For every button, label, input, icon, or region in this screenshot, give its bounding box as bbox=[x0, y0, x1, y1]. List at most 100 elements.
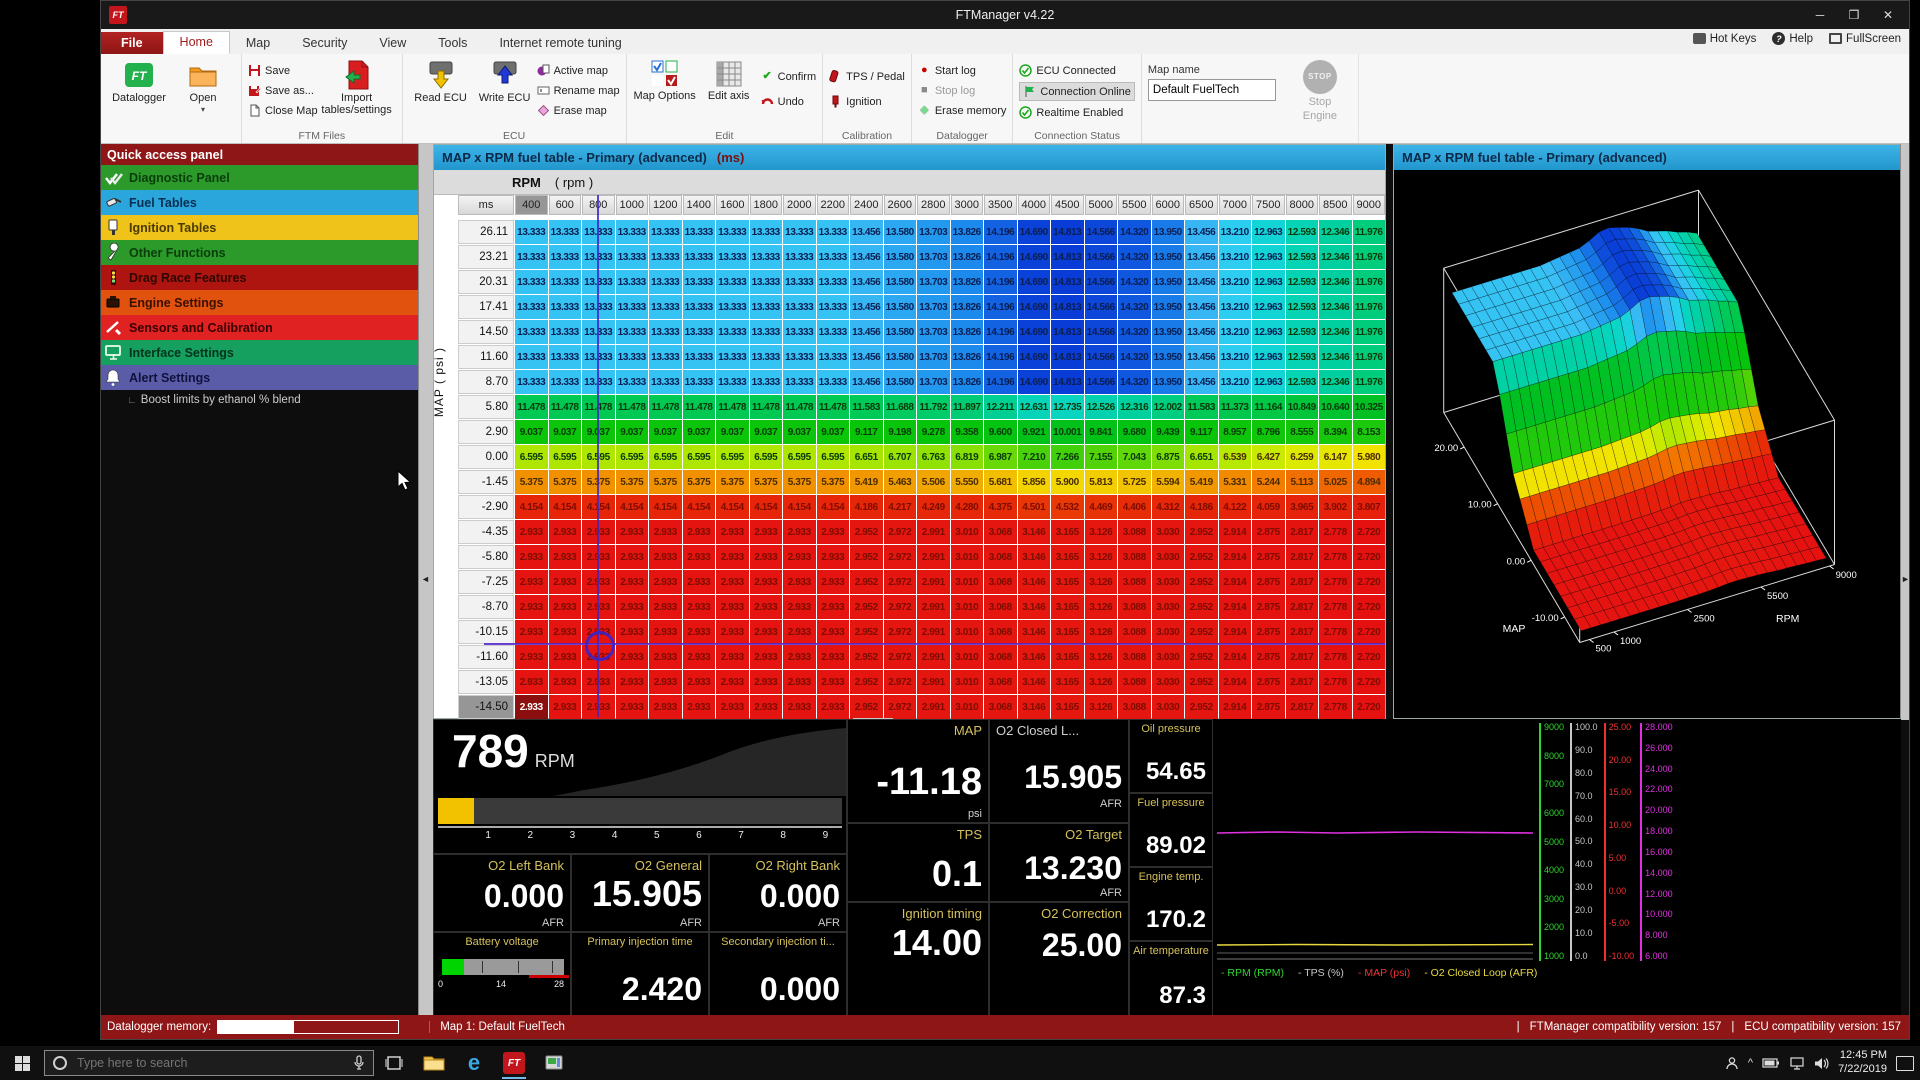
col-header-4500[interactable]: 4500 bbox=[1051, 195, 1084, 215]
table-cell[interactable]: 2.991 bbox=[917, 595, 950, 619]
table-cell[interactable]: 13.950 bbox=[1152, 370, 1185, 394]
table-cell[interactable]: 3.068 bbox=[984, 520, 1017, 544]
table-cell[interactable]: 6.595 bbox=[515, 445, 548, 469]
table-cell[interactable]: 14.196 bbox=[984, 220, 1017, 244]
menu-tab-home[interactable]: Home bbox=[163, 31, 230, 54]
table-cell[interactable]: 3.146 bbox=[1018, 570, 1051, 594]
table-cell[interactable]: 2.952 bbox=[1185, 620, 1218, 644]
table-cell[interactable]: 13.333 bbox=[683, 370, 716, 394]
table-cell[interactable]: 13.456 bbox=[850, 295, 883, 319]
col-header-3000[interactable]: 3000 bbox=[951, 195, 984, 215]
table-cell[interactable]: 4.154 bbox=[683, 495, 716, 519]
table-cell[interactable]: 11.976 bbox=[1353, 370, 1386, 394]
table-cell[interactable]: 2.778 bbox=[1319, 520, 1352, 544]
file-explorer-button[interactable] bbox=[414, 1046, 454, 1080]
table-cell[interactable]: 2.914 bbox=[1219, 570, 1252, 594]
table-cell[interactable]: 3.068 bbox=[984, 595, 1017, 619]
table-cell[interactable]: 2.933 bbox=[750, 670, 783, 694]
sidebar-item-boost-limits[interactable]: ∟ Boost limits by ethanol % blend bbox=[101, 390, 418, 410]
table-cell[interactable]: 9.439 bbox=[1152, 420, 1185, 444]
table-cell[interactable]: 4.249 bbox=[917, 495, 950, 519]
table-cell[interactable]: 13.333 bbox=[616, 370, 649, 394]
col-header-1800[interactable]: 1800 bbox=[750, 195, 783, 215]
table-cell[interactable]: 5.025 bbox=[1319, 470, 1352, 494]
table-cell[interactable]: 5.375 bbox=[750, 470, 783, 494]
table-cell[interactable]: 11.976 bbox=[1353, 245, 1386, 269]
table-cell[interactable]: 12.963 bbox=[1252, 345, 1285, 369]
row-header--8.70[interactable]: -8.70 bbox=[458, 595, 514, 619]
table-cell[interactable]: 2.952 bbox=[1185, 645, 1218, 669]
table-cell[interactable]: 13.333 bbox=[649, 295, 682, 319]
table-cell[interactable]: 13.333 bbox=[649, 345, 682, 369]
table-cell[interactable]: 5.375 bbox=[783, 470, 816, 494]
table-cell[interactable]: 13.950 bbox=[1152, 220, 1185, 244]
table-cell[interactable]: 2.933 bbox=[616, 570, 649, 594]
table-cell[interactable]: 3.165 bbox=[1051, 595, 1084, 619]
table-cell[interactable]: 3.146 bbox=[1018, 645, 1051, 669]
table-cell[interactable]: 11.478 bbox=[750, 395, 783, 419]
table-cell[interactable]: 11.478 bbox=[783, 395, 816, 419]
table-cell[interactable]: 9.680 bbox=[1118, 420, 1151, 444]
table-cell[interactable]: 3.126 bbox=[1085, 620, 1118, 644]
table-cell[interactable]: 13.333 bbox=[683, 320, 716, 344]
table-cell[interactable]: 14.566 bbox=[1085, 220, 1118, 244]
table-cell[interactable]: 3.010 bbox=[951, 645, 984, 669]
table-cell[interactable]: 13.703 bbox=[917, 370, 950, 394]
table-cell[interactable]: 13.333 bbox=[750, 220, 783, 244]
table-cell[interactable]: 13.703 bbox=[917, 245, 950, 269]
table-cell[interactable]: 13.333 bbox=[750, 295, 783, 319]
sidebar-item-diagnostic-panel[interactable]: Diagnostic Panel bbox=[101, 165, 418, 190]
table-cell[interactable]: 13.333 bbox=[817, 270, 850, 294]
table-cell[interactable]: 13.210 bbox=[1219, 295, 1252, 319]
table-cell[interactable]: 13.456 bbox=[850, 245, 883, 269]
table-cell[interactable]: 3.068 bbox=[984, 670, 1017, 694]
table-cell[interactable]: 2.952 bbox=[850, 695, 883, 719]
table-cell[interactable]: 3.010 bbox=[951, 570, 984, 594]
table-cell[interactable]: 2.933 bbox=[616, 620, 649, 644]
table-cell[interactable]: 2.952 bbox=[1185, 670, 1218, 694]
table-cell[interactable]: 13.333 bbox=[515, 245, 548, 269]
table-cell[interactable]: 3.010 bbox=[951, 620, 984, 644]
table-cell[interactable]: 2.933 bbox=[750, 520, 783, 544]
row-header-20.31[interactable]: 20.31 bbox=[458, 270, 514, 294]
table-cell[interactable]: 13.333 bbox=[817, 320, 850, 344]
sidebar-item-sensors-and-calibration[interactable]: Sensors and Calibration bbox=[101, 315, 418, 340]
table-cell[interactable]: 3.146 bbox=[1018, 695, 1051, 719]
table-cell[interactable]: 2.933 bbox=[616, 670, 649, 694]
table-cell[interactable]: 8.555 bbox=[1286, 420, 1319, 444]
table-cell[interactable]: 14.196 bbox=[984, 245, 1017, 269]
network-icon[interactable] bbox=[1789, 1057, 1805, 1070]
table-cell[interactable]: 3.146 bbox=[1018, 520, 1051, 544]
table-cell[interactable]: 9.841 bbox=[1085, 420, 1118, 444]
table-cell[interactable]: 2.720 bbox=[1353, 570, 1386, 594]
table-cell[interactable]: 13.456 bbox=[1185, 220, 1218, 244]
collapse-left-icon[interactable]: ◄ bbox=[421, 574, 430, 584]
table-cell[interactable]: 14.690 bbox=[1018, 345, 1051, 369]
table-cell[interactable]: 9.921 bbox=[1018, 420, 1051, 444]
table-cell[interactable]: 5.244 bbox=[1252, 470, 1285, 494]
table-cell[interactable]: 12.002 bbox=[1152, 395, 1185, 419]
table-cell[interactable]: 2.914 bbox=[1219, 645, 1252, 669]
table-cell[interactable]: 3.010 bbox=[951, 695, 984, 719]
table-cell[interactable]: 2.933 bbox=[549, 595, 582, 619]
table-cell[interactable]: 2.933 bbox=[649, 595, 682, 619]
table-cell[interactable]: 2.720 bbox=[1353, 595, 1386, 619]
table-cell[interactable]: 6.651 bbox=[1185, 445, 1218, 469]
table-cell[interactable]: 13.456 bbox=[1185, 295, 1218, 319]
table-cell[interactable]: 12.963 bbox=[1252, 245, 1285, 269]
table-cell[interactable]: 2.778 bbox=[1319, 695, 1352, 719]
table-cell[interactable]: 13.333 bbox=[750, 270, 783, 294]
table-cell[interactable]: 2.933 bbox=[783, 545, 816, 569]
table-cell[interactable]: 11.583 bbox=[1185, 395, 1218, 419]
taskbar-clock[interactable]: 12:45 PM 7/22/2019 bbox=[1838, 1049, 1887, 1077]
sidebar-item-engine-settings[interactable]: Engine Settings bbox=[101, 290, 418, 315]
table-cell[interactable]: 13.456 bbox=[1185, 320, 1218, 344]
col-header-7500[interactable]: 7500 bbox=[1252, 195, 1285, 215]
table-cell[interactable]: 12.593 bbox=[1286, 245, 1319, 269]
table-cell[interactable]: 2.952 bbox=[850, 620, 883, 644]
table-cell[interactable]: 2.817 bbox=[1286, 595, 1319, 619]
table-cell[interactable]: 2.720 bbox=[1353, 645, 1386, 669]
table-cell[interactable]: 2.933 bbox=[783, 670, 816, 694]
table-cell[interactable]: 12.316 bbox=[1118, 395, 1151, 419]
table-cell[interactable]: 2.952 bbox=[850, 670, 883, 694]
